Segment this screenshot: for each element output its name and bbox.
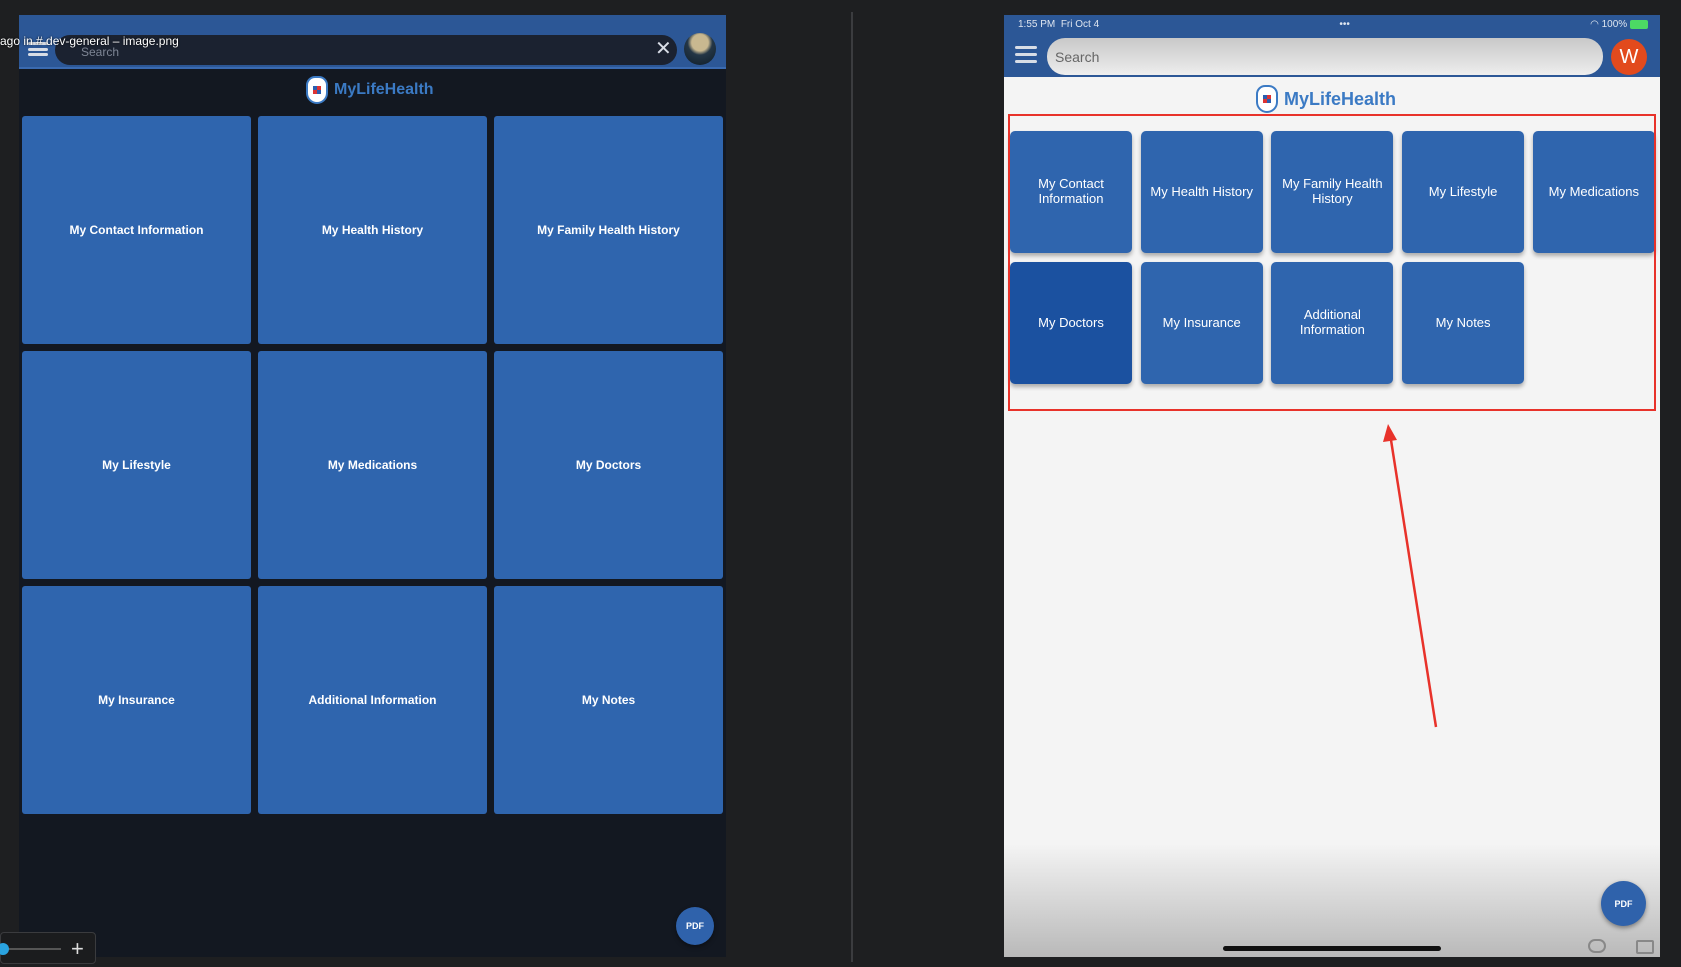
arrow-line bbox=[1389, 439, 1438, 728]
home-indicator bbox=[1223, 946, 1441, 951]
annotation-arrow bbox=[1383, 424, 1438, 728]
arrow-head bbox=[1383, 424, 1397, 442]
